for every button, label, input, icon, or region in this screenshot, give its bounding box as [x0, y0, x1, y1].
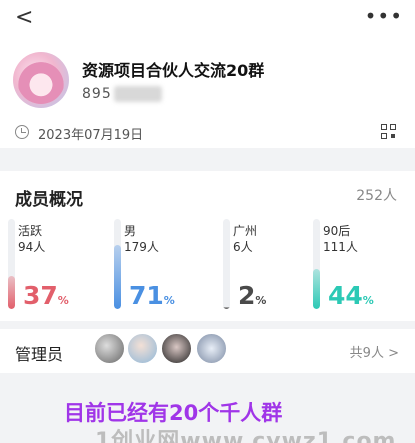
stat-bar-track — [8, 219, 15, 309]
stat-percent: 71% — [129, 281, 175, 310]
admins-label: 管理员 — [15, 345, 64, 364]
stat-bar-track — [313, 219, 320, 309]
group-avatar[interactable] — [13, 52, 69, 108]
stat-bar-fill — [114, 245, 121, 309]
member-total: 252人 — [356, 188, 397, 204]
admins-row[interactable]: 管理员 共9人 > — [0, 329, 415, 373]
member-overview-card[interactable]: 成员概况 252人 活跃 94人 37% 男 179人 71% 广州 6人 2% 90后 111人 4… — [0, 171, 415, 321]
stat-label: 广州 — [233, 224, 258, 238]
group-header-panel: < ••• 资源项目合伙人交流20群 895 2023年07月19日 — [0, 0, 415, 148]
admin-avatar[interactable] — [93, 332, 126, 365]
stat-count: 111人 — [323, 240, 358, 254]
member-stat: 活跃 94人 37% — [4, 219, 84, 311]
admin-avatar[interactable] — [195, 332, 228, 365]
stat-label: 90后 — [323, 224, 351, 238]
stat-label: 男 — [124, 224, 137, 238]
stat-bar-track — [114, 219, 121, 309]
created-date: 2023年07月19日 — [38, 128, 144, 143]
back-button[interactable]: < — [15, 5, 33, 30]
member-overview-title: 成员概况 — [15, 190, 83, 210]
watermark: 1创业网www.cywz1.com — [95, 429, 397, 443]
member-stat: 男 179人 71% — [110, 219, 190, 311]
stat-bar-fill — [8, 275, 15, 309]
group-id: 895 — [82, 86, 112, 102]
stat-percent: 44% — [328, 281, 374, 310]
stat-count: 179人 — [124, 240, 159, 254]
qr-code-icon[interactable] — [381, 124, 397, 140]
member-stat: 广州 6人 2% — [219, 219, 299, 311]
stat-count: 94人 — [18, 240, 46, 254]
stat-bar-fill — [313, 269, 320, 309]
admin-avatar[interactable] — [160, 332, 193, 365]
admins-count: 共9人 > — [349, 346, 399, 361]
admin-avatar[interactable] — [126, 332, 159, 365]
more-options-button[interactable]: ••• — [365, 4, 403, 28]
stat-bar-fill — [223, 307, 230, 309]
member-stat: 90后 111人 44% — [309, 219, 389, 311]
group-id-redaction — [114, 86, 162, 102]
stat-percent: 2% — [238, 281, 267, 310]
chevron-right-icon: > — [388, 346, 399, 361]
clock-icon — [15, 125, 29, 139]
group-name: 资源项目合伙人交流20群 — [82, 61, 265, 80]
stat-count: 6人 — [233, 240, 253, 254]
stat-percent: 37% — [23, 281, 69, 310]
stat-bar-track — [223, 219, 230, 309]
stat-label: 活跃 — [18, 224, 43, 238]
